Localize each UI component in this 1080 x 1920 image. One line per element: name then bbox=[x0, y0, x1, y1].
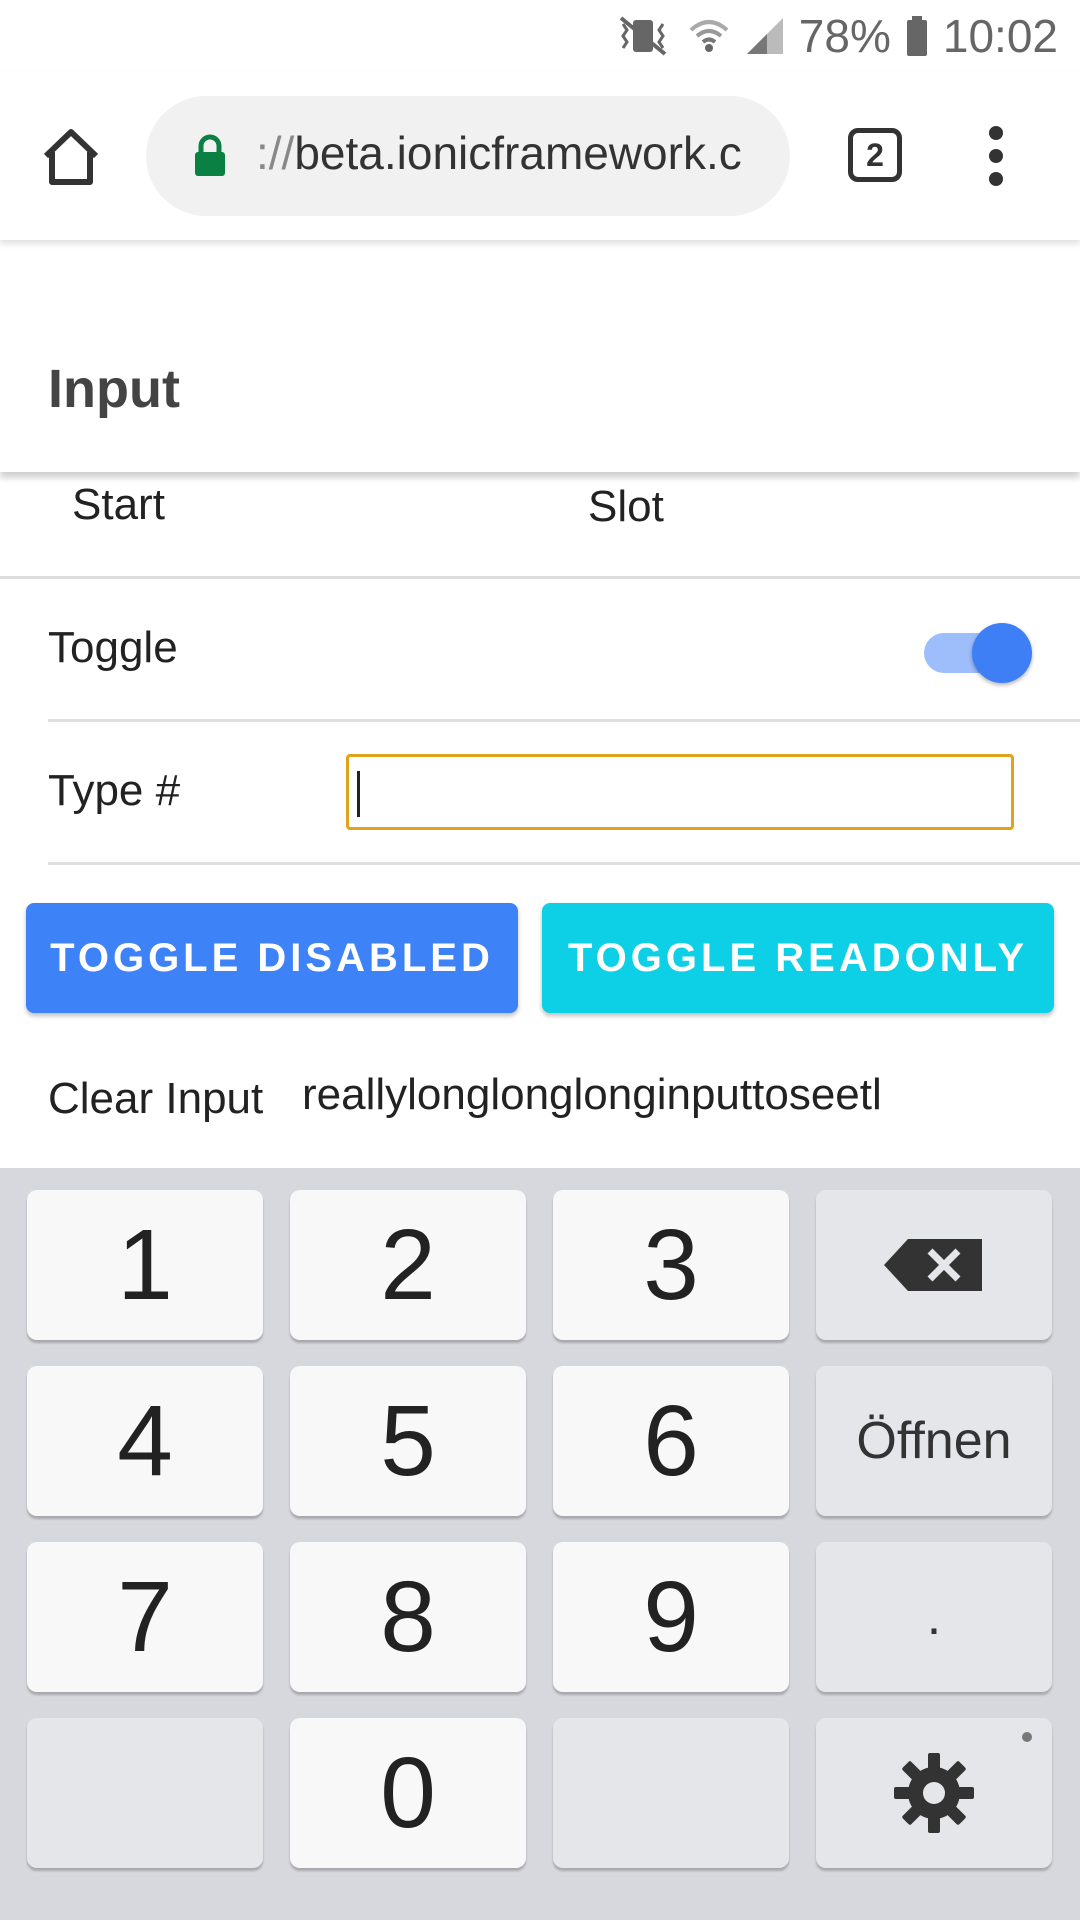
signal-icon bbox=[746, 18, 783, 54]
toggle-readonly-button[interactable]: TOGGLE READONLY bbox=[542, 903, 1054, 1013]
page-content: Start Slot Toggle Type # TOGGLE DISABLED… bbox=[0, 472, 1080, 1168]
tab-switcher-button[interactable]: 2 bbox=[848, 128, 902, 182]
number-input[interactable] bbox=[346, 754, 1014, 830]
backspace-key[interactable] bbox=[816, 1190, 1052, 1340]
settings-key[interactable] bbox=[816, 1718, 1052, 1868]
url-host: beta.ionicframework.c bbox=[294, 127, 742, 179]
text-cursor bbox=[357, 771, 360, 817]
key-1[interactable]: 1 bbox=[27, 1190, 263, 1340]
key-5[interactable]: 5 bbox=[290, 1366, 526, 1516]
key-9[interactable]: 9 bbox=[553, 1542, 789, 1692]
menu-dot-icon bbox=[989, 172, 1003, 186]
toggle-item: Toggle bbox=[48, 579, 1080, 722]
address-bar[interactable]: ://beta.ionicframework.c bbox=[146, 96, 790, 216]
key-2[interactable]: 2 bbox=[290, 1190, 526, 1340]
browser-toolbar: ://beta.ionicframework.c 2 bbox=[0, 72, 1080, 240]
home-icon bbox=[43, 129, 99, 185]
url-text: ://beta.ionicframework.c bbox=[256, 126, 766, 180]
slot-item: Start Slot bbox=[0, 472, 1080, 579]
clear-input-field[interactable]: reallylonglonglonginputtoseetl bbox=[302, 1070, 882, 1120]
tab-count: 2 bbox=[866, 136, 884, 173]
key-7[interactable]: 7 bbox=[27, 1542, 263, 1692]
clear-input-item: Clear Input reallylonglonglonginputtosee… bbox=[48, 1062, 1080, 1162]
status-bar: 78% 10:02 bbox=[0, 0, 1080, 72]
wifi-icon bbox=[689, 20, 729, 52]
toggle-disabled-button[interactable]: TOGGLE DISABLED bbox=[26, 903, 518, 1013]
period-key[interactable]: . bbox=[816, 1542, 1052, 1692]
open-key[interactable]: Öffnen bbox=[816, 1366, 1052, 1516]
number-input-item: Type # bbox=[48, 722, 1080, 865]
toggle-switch[interactable] bbox=[924, 623, 1032, 683]
vibrate-mute-icon bbox=[619, 16, 667, 56]
backspace-icon bbox=[884, 1239, 982, 1291]
clock: 10:02 bbox=[942, 10, 1058, 62]
long-press-indicator bbox=[1022, 1732, 1032, 1742]
page-header: Input bbox=[0, 240, 1080, 472]
battery-percent: 78% bbox=[798, 10, 891, 62]
status-icons: 78% 10:02 bbox=[613, 8, 1058, 64]
page-title: Input bbox=[48, 359, 180, 419]
url-scheme: :// bbox=[256, 127, 295, 179]
battery-icon bbox=[906, 16, 927, 56]
menu-dot-icon bbox=[989, 126, 1003, 140]
clear-input-label: Clear Input bbox=[48, 1074, 264, 1123]
toggle-label: Toggle bbox=[48, 623, 178, 672]
type-number-label: Type # bbox=[48, 766, 181, 815]
toggle-knob bbox=[972, 623, 1032, 683]
key-3[interactable]: 3 bbox=[553, 1190, 789, 1340]
numeric-keyboard: 1 2 3 4 5 6 Öffnen 7 8 9 . 0 bbox=[0, 1168, 1080, 1920]
lock-icon bbox=[195, 134, 225, 176]
gear-icon bbox=[894, 1753, 974, 1833]
key-0[interactable]: 0 bbox=[290, 1718, 526, 1868]
slot-label: Slot bbox=[588, 482, 664, 531]
slot-start-label: Start bbox=[72, 480, 165, 529]
menu-dot-icon bbox=[989, 149, 1003, 163]
key-6[interactable]: 6 bbox=[553, 1366, 789, 1516]
home-button[interactable] bbox=[38, 124, 104, 190]
key-4[interactable]: 4 bbox=[27, 1366, 263, 1516]
key-8[interactable]: 8 bbox=[290, 1542, 526, 1692]
overflow-menu-button[interactable] bbox=[978, 120, 1014, 192]
blank-key-left[interactable] bbox=[27, 1718, 263, 1868]
blank-key-right[interactable] bbox=[553, 1718, 789, 1868]
